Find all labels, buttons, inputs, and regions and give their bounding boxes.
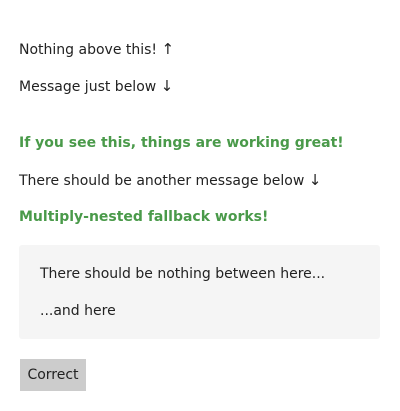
correct-button[interactable]: Correct	[20, 359, 86, 391]
another-below-message: There should be another message below ↓	[19, 171, 321, 190]
fallback-box-line-2: ...and here	[40, 303, 116, 319]
another-below-text: There should be another message below	[19, 173, 305, 189]
nested-fallback-message: Multiply-nested fallback works!	[19, 209, 269, 225]
nothing-above-text: Nothing above this!	[19, 42, 158, 58]
down-arrow-icon: ↓	[308, 171, 322, 189]
fallback-box: There should be nothing between here... …	[19, 245, 380, 339]
just-below-text: Message just below	[19, 79, 157, 95]
up-arrow-icon: ↑	[161, 40, 175, 58]
fallback-box-line-1: There should be nothing between here...	[40, 266, 326, 282]
just-below-message: Message just below ↓	[19, 77, 173, 96]
nothing-above-message: Nothing above this! ↑	[19, 40, 174, 59]
working-great-message: If you see this, things are working grea…	[19, 135, 344, 151]
down-arrow-icon: ↓	[160, 77, 174, 95]
